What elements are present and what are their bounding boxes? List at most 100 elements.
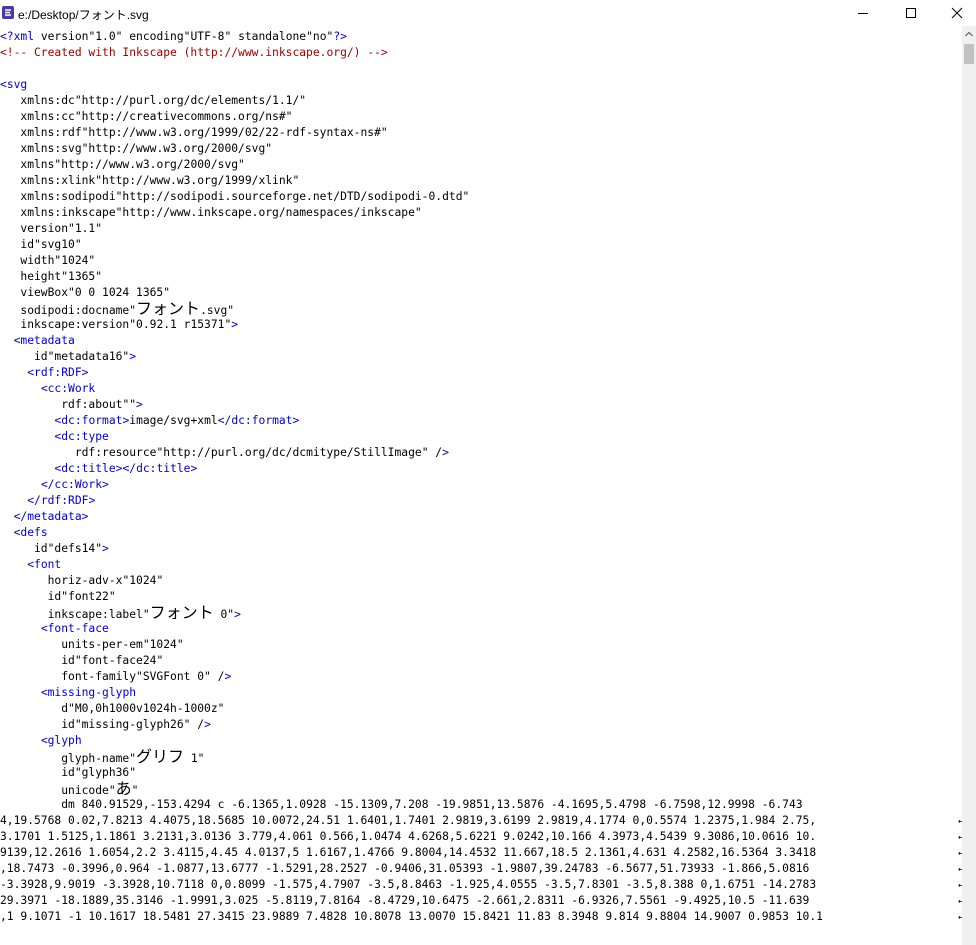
code-string: "フォント 0"	[143, 605, 234, 622]
code-text: sodipodi:docname	[0, 304, 130, 317]
code-line: height"1365"	[0, 269, 102, 285]
code-comment: <!-- Created with Inkscape (http://www.i…	[0, 46, 388, 59]
code-element: dc:title	[136, 462, 191, 475]
code-line: <dc:type	[0, 429, 109, 445]
code-string-part: あ	[115, 779, 132, 798]
code-bracket: >	[88, 494, 96, 507]
code-string: "http://creativecommons.org/ns#"	[74, 110, 293, 123]
code-line: <svg	[0, 77, 27, 93]
code-line: xmlns:inkscape"http://www.inkscape.org/n…	[0, 205, 421, 221]
code-line: xmlns:svg"http://www.w3.org/2000/svg"	[0, 141, 272, 157]
code-line: <glyph	[0, 733, 82, 749]
code-element: cc:Work	[54, 478, 103, 491]
code-string: ""	[122, 398, 137, 411]
code-text: id	[0, 766, 75, 779]
code-element: defs	[20, 526, 48, 539]
minimize-button[interactable]	[840, 0, 886, 26]
code-line: <defs	[0, 525, 48, 541]
code-text: -3.3928,9.9019 -3.3928,10.7118 0,0.8099 …	[0, 878, 817, 891]
code-line: glyph-name"グリフ 1"	[0, 749, 204, 766]
code-line: xmlns:rdf"http://www.w3.org/1999/02/22-r…	[0, 125, 387, 141]
code-text: m	[68, 798, 75, 811]
code-bracket: ?>	[333, 30, 347, 43]
code-bracket: <	[0, 78, 7, 91]
code-line: <!-- Created with Inkscape (http://www.i…	[0, 45, 388, 61]
scrollbar-thumb[interactable]	[964, 44, 974, 64]
code-line: xmlns:cc"http://creativecommons.org/ns#"	[0, 109, 292, 125]
code-text: unicode	[0, 784, 109, 797]
code-text: font-family	[0, 670, 137, 683]
code-string: "グリフ 1"	[129, 749, 204, 766]
code-text: /	[428, 446, 443, 459]
code-string-part: フォント	[136, 299, 201, 318]
code-string: "defs14"	[47, 542, 103, 555]
code-string: "フォント.svg"	[129, 301, 234, 318]
code-text: 9139,12.2616 1.6054,2.2 3.4115,4.45 4.01…	[0, 846, 817, 859]
code-line: dm 840.91529,-153.4294 c -6.1365,1.0928 …	[0, 797, 803, 813]
code-bracket: <	[40, 686, 48, 699]
code-line: inkscape:version"0.92.1 r15371">	[0, 317, 238, 333]
code-text: standalone	[231, 30, 307, 43]
code-line: </metadata>	[0, 509, 89, 525]
code-text: inkscape:label	[0, 608, 143, 621]
code-text: xmlns:sodipodi	[0, 190, 116, 203]
code-string-part: "	[131, 784, 139, 797]
code-string: "font-face24"	[74, 654, 164, 667]
scroll-up-icon[interactable]	[962, 26, 976, 42]
window-title: e:/Desktop/フォント.svg	[18, 8, 149, 22]
code-string: "missing-glyph26"	[74, 718, 191, 731]
code-line: font-family"SVGFont 0" />	[0, 669, 231, 685]
code-string: "http://sodipodi.sourceforge.net/DTD/sod…	[115, 190, 470, 203]
code-text: xmlns:inkscape	[0, 206, 116, 219]
code-element: rdf:RDF	[40, 494, 89, 507]
close-button[interactable]	[934, 0, 976, 26]
code-line: inkscape:label"フォント 0">	[0, 605, 241, 622]
maximize-button[interactable]	[888, 0, 934, 26]
code-element: font	[34, 558, 62, 571]
code-text: ,1 9.1071 -1 10.1617 18.5481 27.3415 23.…	[0, 910, 823, 923]
code-text: ,18.7473 -0.3996,0.964 -1.0877,13.6777 -…	[0, 862, 810, 875]
code-line: horiz-adv-x"1024"	[0, 573, 164, 589]
code-bracket: </	[122, 462, 137, 475]
code-element: rdf:RDF	[34, 366, 82, 379]
code-line: d"M0,0h1000v1024h-1000z"	[0, 701, 224, 717]
code-text: xmlns:dc	[0, 94, 75, 107]
code-line: <cc:Work	[0, 381, 95, 397]
code-line: id"font-face24"	[0, 653, 163, 669]
code-bracket: >	[292, 414, 300, 427]
code-text: 29.3971 -18.1889,35.3146 -1.9991,3.025 -…	[0, 894, 810, 907]
code-line: 4,19.5768 0.02,7.8213 4.4075,18.5685 10.…	[0, 813, 962, 829]
code-text: id	[0, 654, 75, 667]
code-line: unicode"あ"	[0, 779, 139, 798]
code-string-part: "	[108, 784, 116, 797]
code-string: "http://www.w3.org/2000/svg"	[81, 142, 273, 155]
code-bracket: </	[217, 414, 232, 427]
vertical-scrollbar[interactable]	[962, 26, 976, 945]
code-bracket: >	[231, 318, 239, 331]
code-string: "1365"	[61, 270, 103, 283]
code-string: "no"	[306, 30, 334, 43]
code-editor[interactable]: <?xml version"1.0" encoding"UTF-8" stand…	[0, 26, 962, 945]
code-string: "1.1"	[68, 222, 103, 235]
code-line: <dc:format>image/svg+xml</dc:format>	[0, 413, 299, 429]
code-line: <?xml version"1.0" encoding"UTF-8" stand…	[0, 29, 347, 45]
code-element: dc:type	[61, 430, 109, 443]
code-bracket: <	[27, 558, 35, 571]
code-line: xmlns"http://www.w3.org/2000/svg"	[0, 157, 244, 173]
code-text: rdf:about	[0, 398, 123, 411]
code-line: <metadata	[0, 333, 75, 349]
code-line: ,1 9.1071 -1 10.1617 18.5481 27.3415 23.…	[0, 909, 962, 925]
code-line: id"metadata16">	[0, 349, 136, 365]
code-text: 840.91529,-153.4294 c -6.1365,1.0928 -15…	[74, 798, 803, 811]
minimize-icon	[858, 13, 868, 14]
code-line: </cc:Work>	[0, 477, 109, 493]
code-line: 29.3971 -18.1889,35.3146 -1.9991,3.025 -…	[0, 893, 962, 909]
code-string: "SVGFont 0"	[136, 670, 211, 683]
